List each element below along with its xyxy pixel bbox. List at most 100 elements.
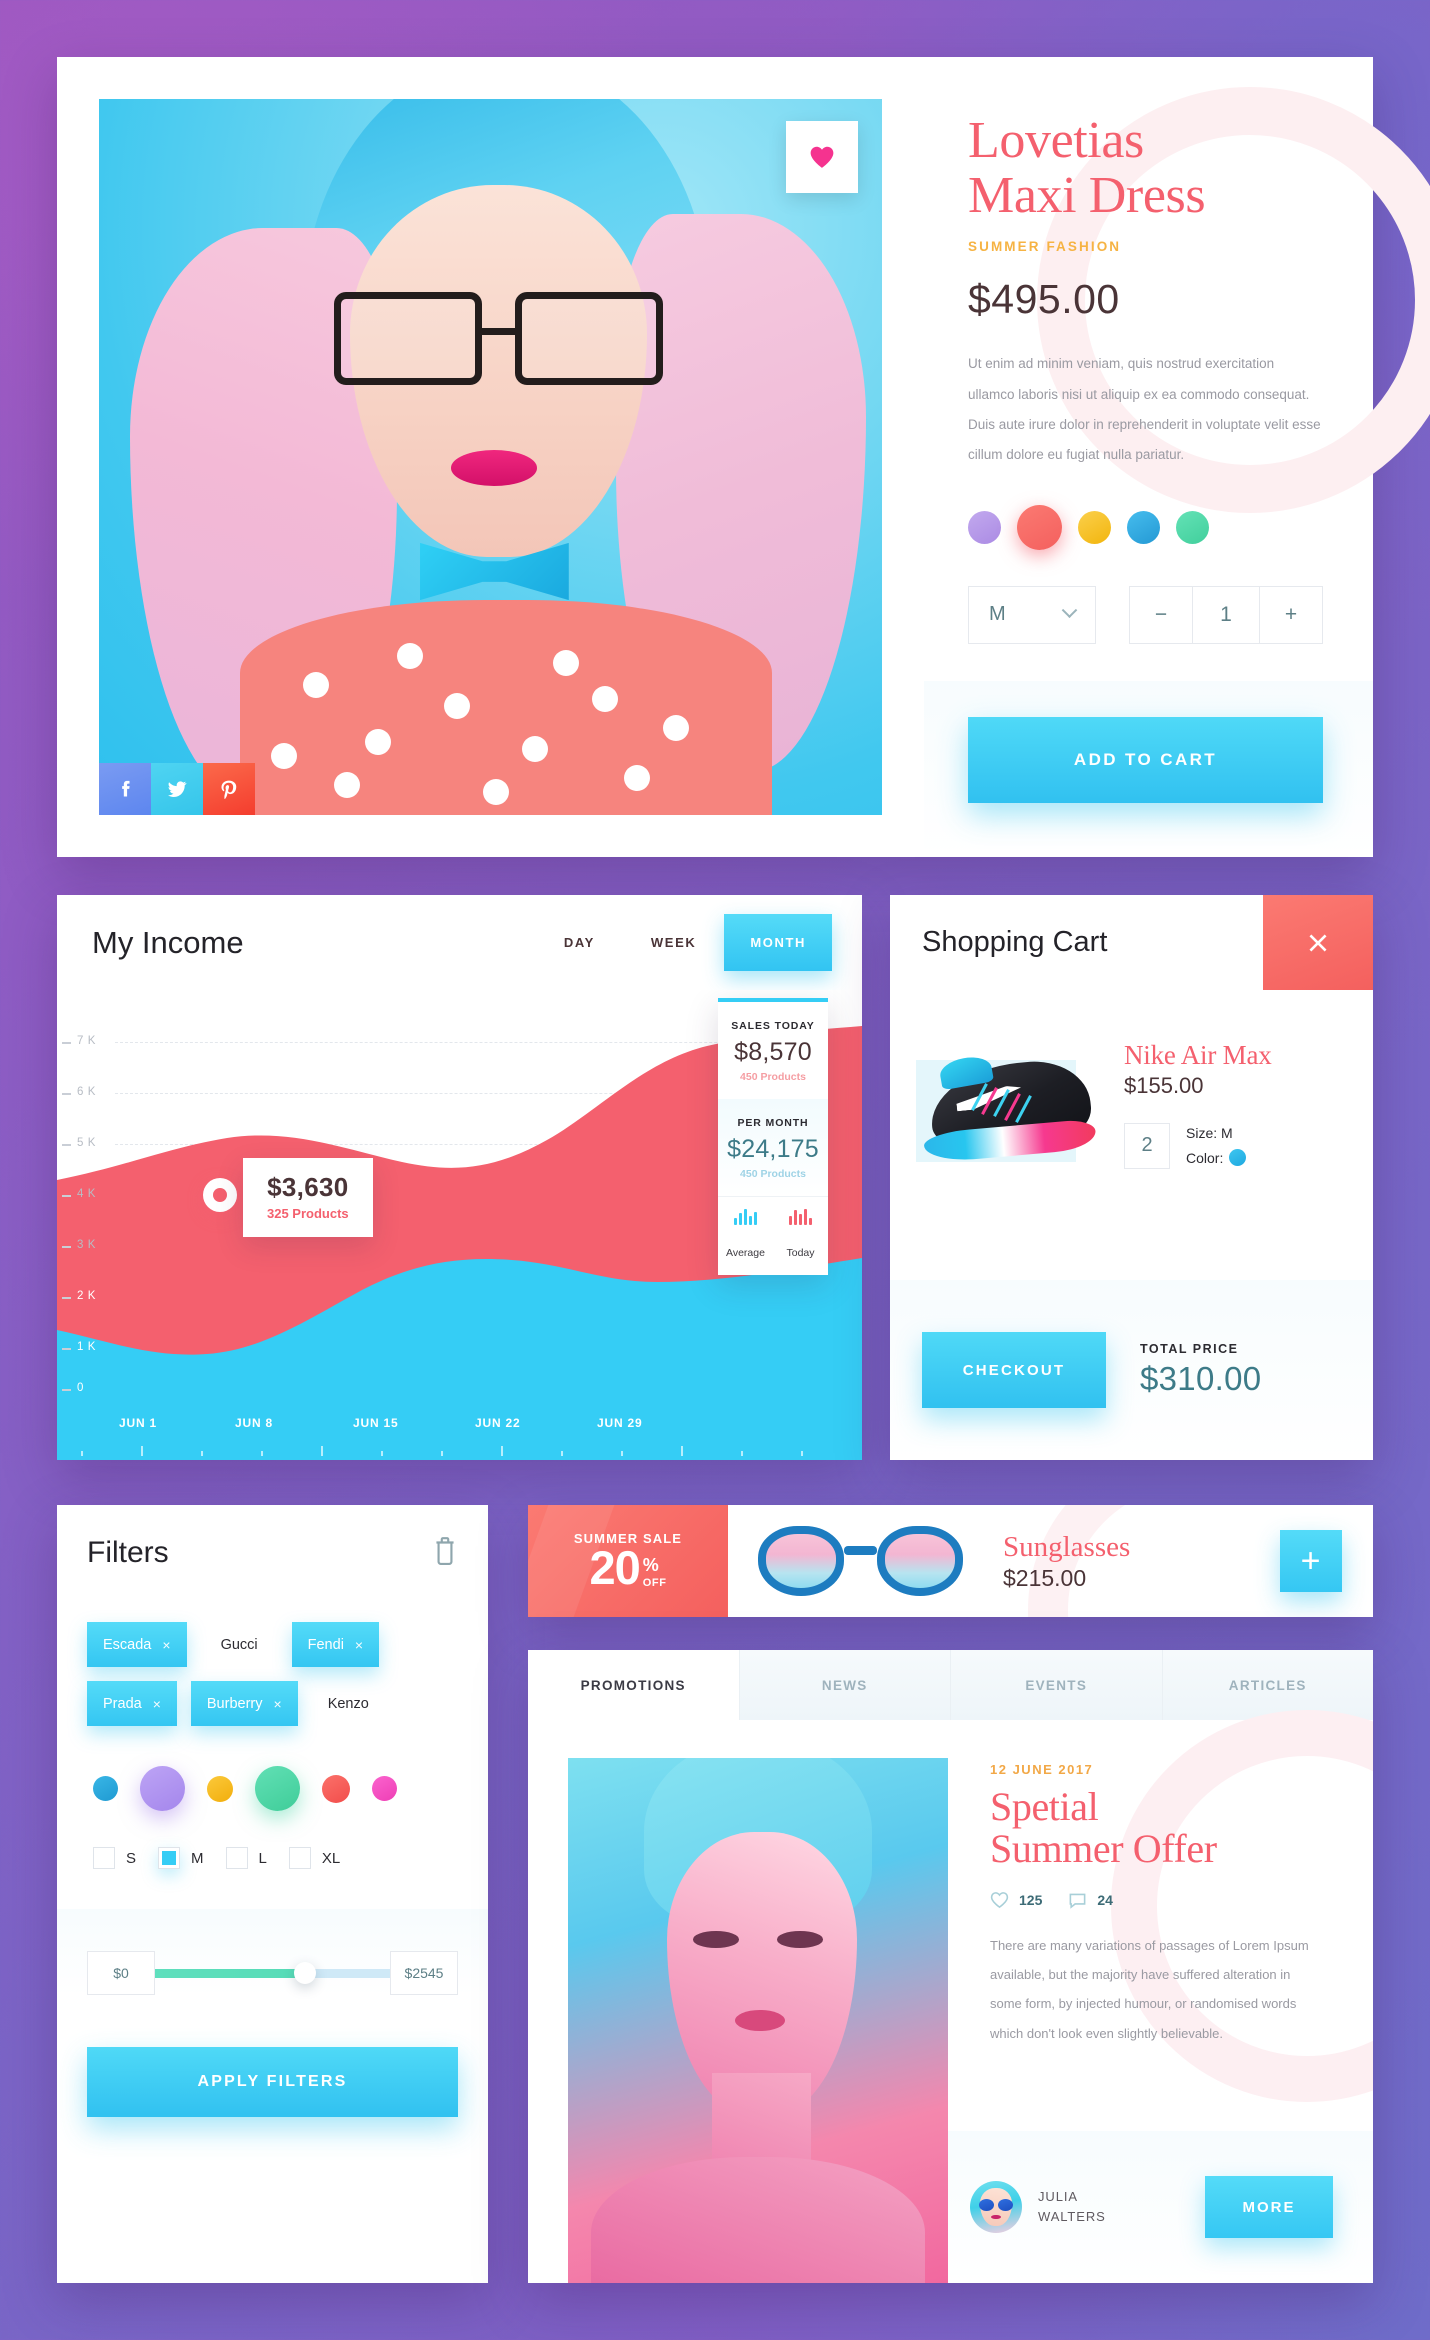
quantity-increase-button[interactable]: +: [1260, 587, 1322, 643]
filter-color-4[interactable]: [322, 1774, 350, 1803]
heart-icon: [810, 146, 834, 168]
cart-close-button[interactable]: [1263, 895, 1373, 990]
stat-per-month: PER MONTH $24,175 450 Products: [718, 1099, 828, 1196]
promotions-tabs: PROMOTIONS NEWS EVENTS ARTICLES: [528, 1650, 1373, 1720]
stat-label: PER MONTH: [737, 1117, 809, 1129]
size-option-xl[interactable]: XL: [288, 1847, 340, 1869]
more-button[interactable]: MORE: [1205, 2176, 1333, 2238]
color-swatch-2[interactable]: [1078, 510, 1111, 544]
cart-footer: CHECKOUT TOTAL PRICE $310.00: [890, 1280, 1373, 1460]
apply-filters-button[interactable]: APPLY FILTERS: [87, 2047, 458, 2117]
brand-tag-fendi[interactable]: Fendi ×: [291, 1622, 380, 1667]
checkbox[interactable]: [93, 1847, 115, 1869]
size-label: L: [258, 1849, 267, 1867]
cart-title: Shopping Cart: [922, 926, 1108, 958]
sale-product-text: Sunglasses $215.00: [1003, 1531, 1130, 1592]
product-info-panel: Lovetias Maxi Dress SUMMER FASHION $495.…: [924, 57, 1430, 857]
brand-tag-label: Fendi: [307, 1636, 344, 1653]
size-select[interactable]: M: [968, 585, 1096, 644]
price-range-row: $0 $2545: [57, 1909, 488, 1995]
legend-average[interactable]: Average: [718, 1197, 773, 1275]
remove-icon[interactable]: ×: [355, 1637, 363, 1653]
tab-articles[interactable]: ARTICLES: [1161, 1650, 1373, 1720]
tab-news[interactable]: NEWS: [738, 1650, 950, 1720]
share-twitter-button[interactable]: [151, 763, 203, 815]
cart-header: Shopping Cart: [890, 895, 1373, 990]
stat-label: SALES TODAY: [731, 1020, 815, 1032]
brand-tag-label: Kenzo: [327, 1695, 369, 1712]
chart-y-axis: 7 K 6 K 5 K 4 K 3 K 2 K 1 K 0: [61, 1035, 97, 1394]
quantity-decrease-button[interactable]: −: [1130, 587, 1192, 643]
like-count[interactable]: 125: [990, 1891, 1042, 1909]
brand-tag-prada[interactable]: Prada ×: [87, 1681, 177, 1726]
range-month-button[interactable]: MONTH: [724, 914, 832, 971]
product-image-area: [57, 57, 924, 857]
filter-color-5[interactable]: [372, 1776, 397, 1801]
sale-product-area: Sunglasses $215.00: [728, 1505, 1248, 1617]
filter-color-1[interactable]: [140, 1766, 185, 1811]
brand-tag-label: Burberry: [206, 1695, 263, 1712]
brand-tag-kenzo[interactable]: Kenzo: [312, 1681, 385, 1726]
add-to-cart-button[interactable]: ADD TO CART: [968, 717, 1323, 803]
photo-lips: [451, 449, 538, 486]
bar-chart-icon: [773, 1209, 828, 1241]
cart-item-options: 2 Size: M Color:: [1124, 1121, 1272, 1170]
price-max-input[interactable]: $2545: [390, 1951, 458, 1995]
filter-color-3[interactable]: [255, 1766, 300, 1811]
cart-item-name: Nike Air Max: [1124, 1040, 1272, 1070]
remove-icon[interactable]: ×: [153, 1696, 161, 1712]
color-swatch-3[interactable]: [1127, 510, 1160, 544]
color-swatch-0[interactable]: [968, 510, 1001, 544]
add-product-button[interactable]: +: [1279, 1530, 1342, 1592]
sale-badge: SUMMER SALE 20 % OFF: [528, 1505, 757, 1617]
product-photo: [99, 99, 882, 815]
color-swatch-row: [968, 504, 1323, 550]
tab-promotions[interactable]: PROMOTIONS: [528, 1650, 739, 1720]
range-day-button[interactable]: DAY: [536, 935, 623, 950]
legend-today[interactable]: Today: [773, 1197, 828, 1275]
stat-value: $24,175: [727, 1135, 819, 1163]
filter-color-2[interactable]: [207, 1775, 233, 1802]
product-subtitle: SUMMER FASHION: [968, 239, 1122, 255]
brand-tag-escada[interactable]: Escada ×: [87, 1622, 187, 1667]
remove-icon[interactable]: ×: [274, 1696, 282, 1712]
color-swatch-1[interactable]: [1017, 504, 1062, 550]
clear-filters-button[interactable]: [432, 1535, 458, 1570]
price-min-input[interactable]: $0: [87, 1951, 155, 1995]
cart-item-quantity[interactable]: 2: [1124, 1122, 1170, 1169]
slider-fill: [155, 1968, 306, 1978]
share-pinterest-button[interactable]: [203, 763, 255, 815]
size-option-l[interactable]: L: [225, 1847, 267, 1869]
size-option-s[interactable]: S: [93, 1847, 136, 1869]
sale-add-area: +: [1248, 1505, 1373, 1617]
checkbox[interactable]: [225, 1847, 248, 1869]
price-range-slider[interactable]: [155, 1962, 390, 1984]
slider-handle[interactable]: [294, 1962, 317, 1984]
color-swatch-4[interactable]: [1176, 510, 1209, 544]
checkout-button[interactable]: CHECKOUT: [922, 1332, 1106, 1408]
comment-count[interactable]: 24: [1068, 1891, 1113, 1909]
cart-item-row: Nike Air Max $155.00 2 Size: M Color:: [890, 990, 1373, 1280]
brand-tag-burberry[interactable]: Burberry ×: [190, 1681, 298, 1726]
filter-color-0[interactable]: [93, 1776, 118, 1801]
remove-icon[interactable]: ×: [162, 1637, 170, 1653]
chart-data-point[interactable]: [203, 1178, 237, 1212]
tab-events[interactable]: EVENTS: [950, 1650, 1162, 1720]
brand-tag-gucci[interactable]: Gucci: [205, 1622, 274, 1667]
author-name: JULIA WALTERS: [1038, 2187, 1106, 2227]
promotion-footer: JULIA WALTERS MORE: [948, 2131, 1373, 2283]
filters-brand-section: Escada × Gucci Fendi × Prada × Burberry …: [57, 1600, 488, 1909]
size-option-m[interactable]: M: [158, 1847, 204, 1869]
total-price-value: $310.00: [1140, 1360, 1262, 1397]
quantity-value[interactable]: 1: [1192, 586, 1260, 643]
heart-outline-icon: [990, 1891, 1009, 1908]
cart-item-details: Nike Air Max $155.00 2 Size: M Color:: [1102, 1016, 1272, 1280]
cart-item-price: $155.00: [1124, 1073, 1204, 1098]
favorite-button[interactable]: [786, 121, 858, 193]
size-label: S: [126, 1849, 137, 1867]
share-facebook-button[interactable]: [99, 763, 151, 815]
checkbox-checked[interactable]: [158, 1847, 181, 1869]
checkbox[interactable]: [288, 1847, 311, 1869]
total-price-label: TOTAL PRICE: [1140, 1342, 1239, 1356]
range-week-button[interactable]: WEEK: [623, 935, 724, 950]
